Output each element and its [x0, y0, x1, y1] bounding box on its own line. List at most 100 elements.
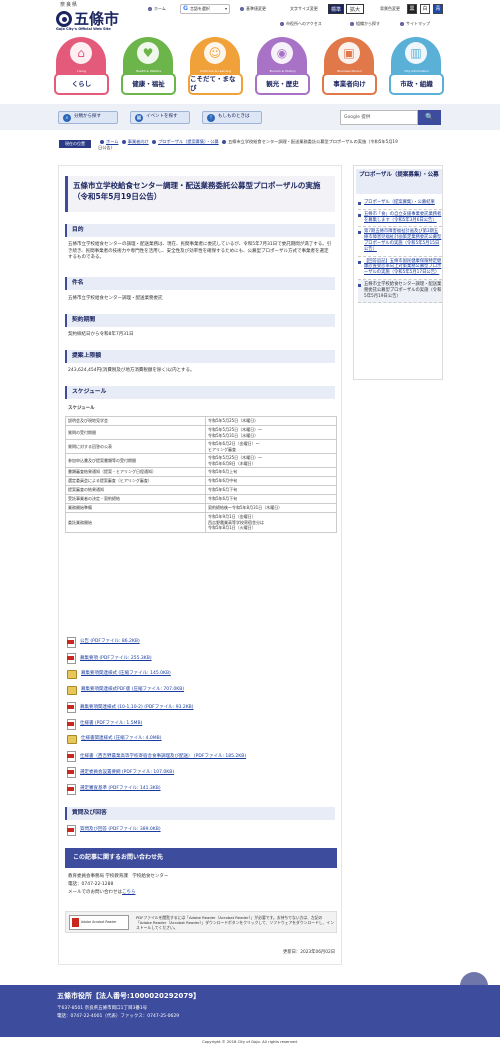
search-icon: ⌕	[63, 113, 71, 122]
file-link[interactable]: 募集要項関連様式PDF版 (圧縮ファイル: 707.0KB)	[67, 685, 184, 695]
font-enlarge-button[interactable]: 拡大	[346, 4, 364, 14]
main-content: 五條市立学校給食センター調理・配送業務委託公募型プロポーザルの実施（令和5年5月…	[58, 165, 342, 965]
file-link-label[interactable]: 募集要項関連様式PDF版 (圧縮ファイル: 707.0KB)	[81, 687, 184, 693]
side-menu-link[interactable]: プロポーザル（提案募集）・公募結果	[364, 200, 435, 205]
nav-item-1[interactable]: ♥ Health & Welfare 健康・福祉	[121, 37, 176, 95]
pdf-icon	[67, 783, 76, 795]
nav-label: 市政・組織	[389, 73, 444, 95]
nav-item-0[interactable]: ⌂ Living くらし	[54, 37, 109, 95]
emergency-button[interactable]: ! もしものときは	[202, 111, 262, 124]
schedule-date: 令和5年5月25日（木曜日）	[205, 416, 337, 426]
side-menu-item[interactable]: 五條市「食」の自立支援事業委託業務者を募集します（令和5年3月6日公告）	[358, 210, 442, 228]
side-menu-item[interactable]: 第7期五條市障害福祉計画及び第3期五條市障害児福祉計画策定業務委託公募型プロポー…	[358, 227, 442, 257]
breadcrumb-sep-icon	[121, 140, 126, 144]
qa-file-label[interactable]: 質問及び回答 (PDFファイル: 389.0KB)	[80, 827, 161, 833]
pdf-icon	[67, 637, 76, 648]
file-link[interactable]: 仕様書（西吉野農業高等学校寄宿舎食事調理及び配送） (PDFファイル: 185.…	[67, 751, 246, 763]
file-link[interactable]: 選定審査基準 (PDFファイル: 141.3KB)	[67, 783, 161, 795]
file-link-label[interactable]: 選定委員会設置要綱 (PDFファイル: 107.0KB)	[80, 770, 174, 776]
color-change-label: 背景色変更	[380, 6, 400, 11]
search-submit-button[interactable]: 🔍	[418, 110, 441, 125]
contact-phone: 電話：0747-22-1288	[68, 882, 114, 887]
schedule-item: 質問の受付期間	[65, 425, 206, 440]
color-blue-button[interactable]: 青	[433, 4, 443, 14]
schedule-item: 説明会及び現地見学会	[65, 416, 206, 426]
file-link[interactable]: 募集要項 (PDFファイル: 255.3KB)	[67, 653, 152, 665]
limit-text: 243,624,454円(消費税及び地方消費税額を除く)以内とする。	[68, 368, 195, 373]
nav-label: 観光・歴史	[255, 73, 310, 95]
pdf-icon	[67, 718, 76, 730]
translate-select[interactable]: G 言語を選択 ▾	[180, 4, 230, 14]
breadcrumb-business[interactable]: 事業者向け	[128, 139, 149, 144]
calendar-icon: ▦	[135, 113, 143, 122]
file-link[interactable]: 仕様書 (PDFファイル: 1.5MB)	[67, 718, 142, 730]
emergency-label: もしものときは	[218, 114, 250, 120]
access-link[interactable]: › 市役所へのアクセス	[280, 21, 322, 26]
site-subtitle: Gojo City's Official Web Site	[56, 27, 111, 31]
schedule-item: 参加申込書及び提案書類等の受付期間	[65, 453, 206, 468]
file-link-label[interactable]: 仕様書（西吉野農業高等学校寄宿舎食事調理及び配送） (PDFファイル: 185.…	[80, 754, 246, 760]
breadcrumb-sep-icon	[152, 140, 157, 144]
nav-item-3[interactable]: ◉ Tourism & History 観光・歴史	[255, 37, 310, 95]
side-menu-item[interactable]: プロポーザル（提案募集）・公募結果	[358, 198, 442, 210]
file-link-label[interactable]: 公告 (PDFファイル: 86.2KB)	[80, 639, 140, 645]
table-row: 選定委員会による提案審査（ヒアリング審査） 令和5年6月中旬	[65, 476, 337, 486]
qa-file-link[interactable]: 質問及び回答 (PDFファイル: 389.0KB)	[67, 825, 161, 836]
file-link-label[interactable]: 募集要項関連様式 (10-1,10-2) (PDFファイル: 93.2KB)	[80, 705, 194, 711]
side-menu-title[interactable]: プロポーザル（提案募集）・公募	[356, 169, 442, 194]
zip-icon	[67, 669, 77, 679]
file-link-label[interactable]: 募集要項関連様式 (圧縮ファイル: 145.0KB)	[81, 671, 171, 677]
adobe-reader-download-button[interactable]: Adobe Acrobat Reader	[69, 915, 129, 930]
zip-icon	[67, 685, 77, 695]
file-link[interactable]: 募集要項関連様式 (10-1,10-2) (PDFファイル: 93.2KB)	[67, 702, 194, 714]
contact-dept: 教育委員会事務局 学校教育課 学校給食センター	[68, 874, 169, 879]
footer-title: 五條市役所【法人番号:1000020292079】	[57, 992, 201, 1000]
bg-link[interactable]: › 基準値変更	[240, 6, 266, 11]
side-menu-link[interactable]: 五條市「食」の自立支援事業委託業務者を募集します（令和5年3月6日公告）	[364, 212, 441, 223]
breadcrumb-home[interactable]: ホーム	[106, 139, 118, 144]
nav-label: 健康・福祉	[121, 73, 176, 95]
font-standard-button[interactable]: 標準	[328, 4, 344, 14]
home-link[interactable]: › ホーム	[148, 6, 166, 11]
nav-item-4[interactable]: ▣ Business Person 事業者向け	[322, 37, 377, 95]
pdf-icon	[67, 751, 76, 763]
file-link-label[interactable]: 選定審査基準 (PDFファイル: 141.3KB)	[80, 786, 161, 792]
nav-item-2[interactable]: ☺ Childcare & Learning こそだて・まなび	[188, 37, 243, 95]
side-menu-link[interactable]: 【回答追記】五條市国民健康保険特定健康診査受診率向上対策業務公募型プロポーザルの…	[364, 259, 441, 276]
side-menu-item[interactable]: 五條市立学校給食センター調理・配送業務委託公募型プロポーザルの実施（令和5年5月…	[358, 279, 442, 304]
table-row: 委託業務開始 令和5年9月1日（金曜日） 西吉野農業高等学校寄宿舎分は 令和5年8…	[65, 512, 337, 533]
breadcrumb-proposal[interactable]: プロポーザル（提案募集）・公募	[158, 139, 219, 144]
building-icon: ▥	[405, 42, 427, 64]
side-menu-item[interactable]: 【回答追記】五條市国民健康保険特定健康診査受診率向上対策業務公募型プロポーザルの…	[358, 257, 442, 280]
section-heading-limit: 提案上限額	[65, 350, 335, 363]
adobe-reader-box: Adobe Acrobat Reader PDFファイルを閲覧するには「Adob…	[65, 911, 337, 933]
side-menu-link[interactable]: 第7期五條市障害福祉計画及び第3期五條市障害児福祉計画策定業務委託公募型プロポー…	[364, 229, 441, 251]
nav-label: 事業者向け	[322, 73, 377, 95]
google-search-input[interactable]: Google 提供	[340, 110, 418, 125]
contact-mail-text: メールでのお問い合わせは	[68, 890, 122, 895]
color-white-button[interactable]: 白	[420, 4, 430, 14]
file-link-label[interactable]: 募集要項 (PDFファイル: 255.3KB)	[80, 656, 152, 662]
file-link[interactable]: 公告 (PDFファイル: 86.2KB)	[67, 637, 140, 648]
color-black-button[interactable]: 黒	[407, 4, 417, 14]
file-link[interactable]: 募集要項関連様式 (圧縮ファイル: 145.0KB)	[67, 669, 171, 679]
find-by-org-link[interactable]: › 組織から探す	[350, 21, 380, 26]
file-link-label[interactable]: 仕様書 (PDFファイル: 1.5MB)	[80, 721, 142, 727]
nav-item-5[interactable]: ▥ City Information 市政・組織	[389, 37, 444, 95]
search-event-button[interactable]: ▦ イベントを探す	[130, 111, 190, 124]
nav-label: こそだて・まなび	[188, 73, 243, 95]
search-icon: 🔍	[425, 113, 434, 121]
contact-mail-link[interactable]: こちら	[122, 890, 136, 895]
contact-heading: この記事に関するお問い合わせ先	[65, 848, 337, 868]
chevron-icon: ›	[400, 21, 404, 26]
schedule-date: 令和5年5月25日（木曜日）～ 令和5年5月31日（水曜日）	[205, 425, 337, 440]
by-event-label: イベントを探す	[146, 114, 178, 120]
file-link[interactable]: 仕様書関連様式 (圧縮ファイル: 4.0MB)	[67, 734, 162, 744]
sitemap-link[interactable]: › サイトマップ	[400, 21, 430, 26]
search-by-category-button[interactable]: ⌕ 分類から探す	[58, 111, 118, 124]
home-link-label: ホーム	[154, 6, 166, 11]
table-row: 業務開始準備 契約締結後～令和5年8月31日（木曜日）	[65, 503, 337, 513]
file-link[interactable]: 選定委員会設置要綱 (PDFファイル: 107.0KB)	[67, 767, 174, 779]
file-link-label[interactable]: 仕様書関連様式 (圧縮ファイル: 4.0MB)	[81, 736, 162, 742]
schedule-date: 令和5年6月下旬	[205, 494, 337, 504]
